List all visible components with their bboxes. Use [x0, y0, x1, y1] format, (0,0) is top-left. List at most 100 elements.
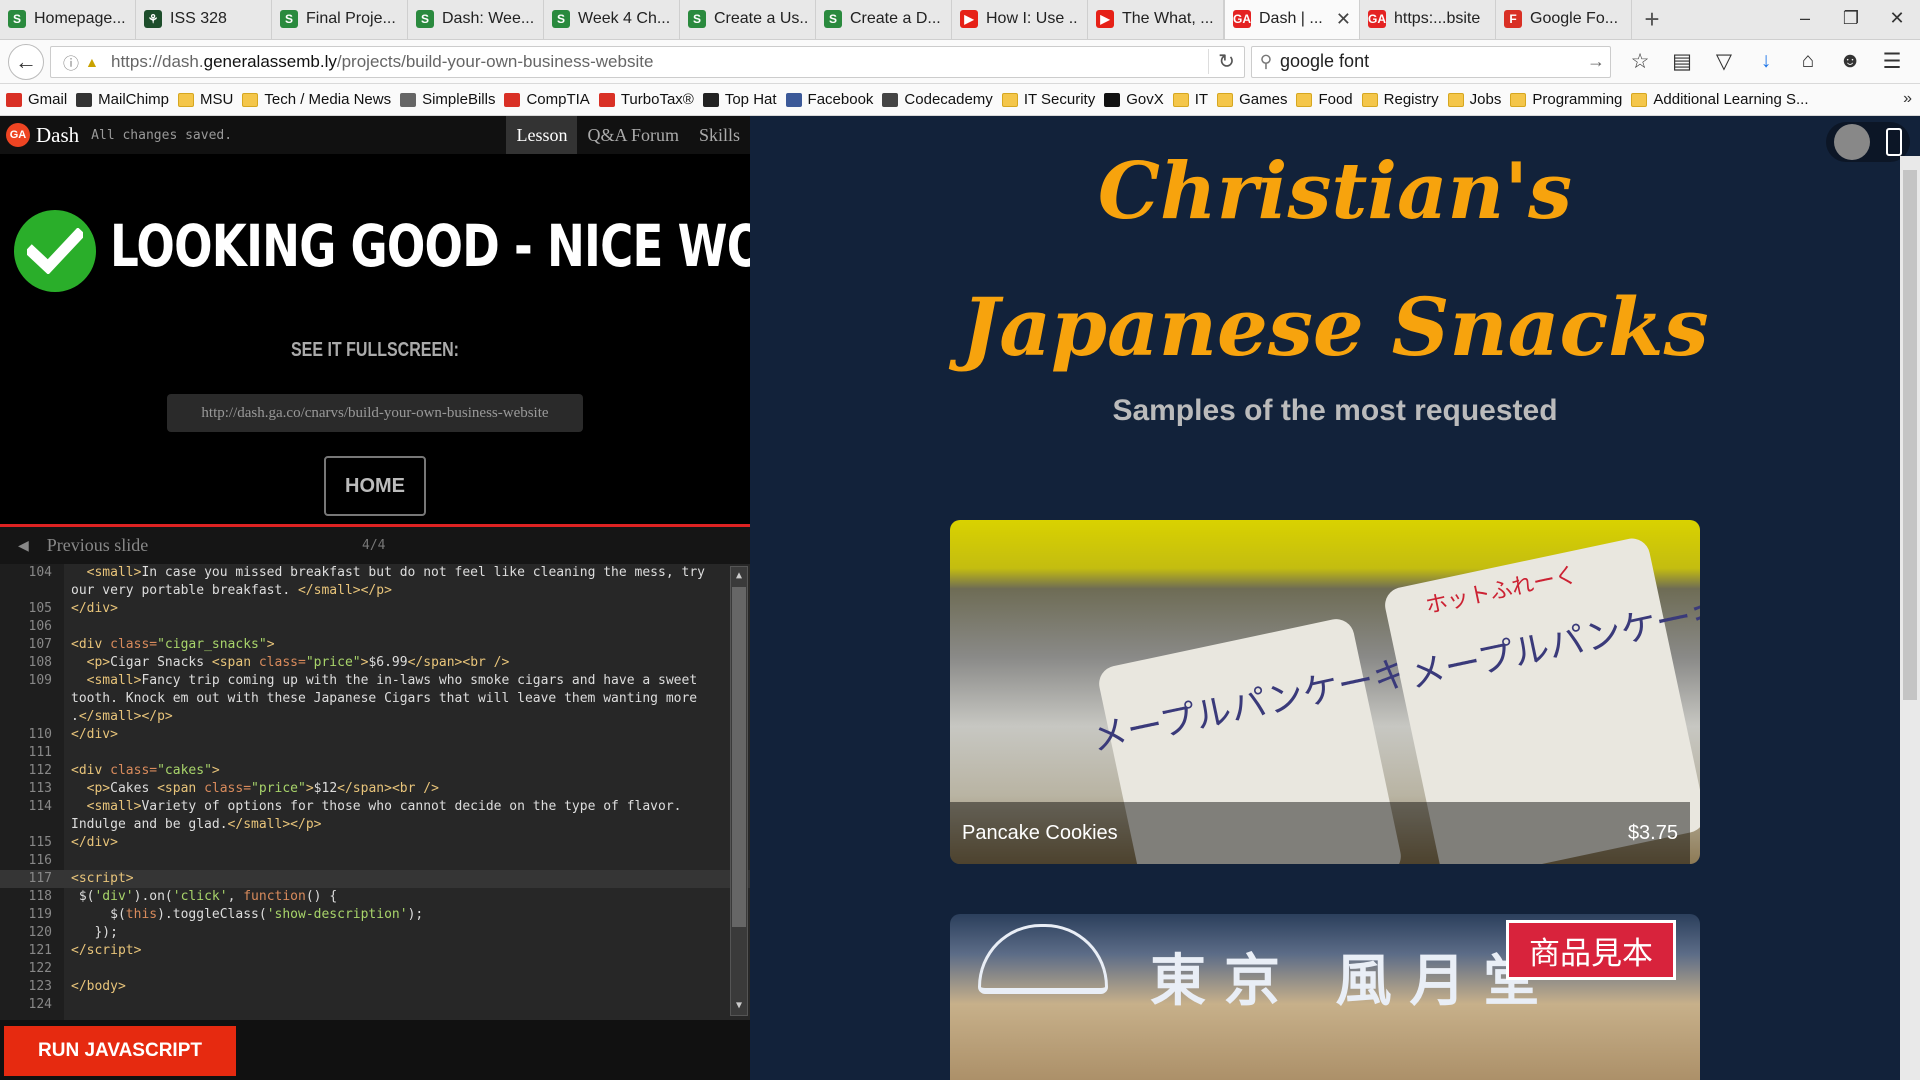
- search-go-icon[interactable]: →: [1582, 51, 1610, 72]
- product-card[interactable]: メープルパンケーキ ホットふれーく メープルパンケーキ Pancake Cook…: [950, 520, 1700, 864]
- browser-tab[interactable]: S Dash: Wee...: [408, 0, 544, 39]
- product-card[interactable]: 東京 風月堂 商品見本: [950, 914, 1700, 1080]
- bookmark-star-icon[interactable]: ☆: [1619, 49, 1661, 74]
- code-line[interactable]: 111: [0, 744, 750, 762]
- home-icon[interactable]: ⌂: [1787, 49, 1829, 74]
- search-input[interactable]: google font: [1280, 51, 1582, 72]
- pocket-icon[interactable]: ▽: [1703, 49, 1745, 74]
- bookmark-label: Gmail: [28, 91, 68, 108]
- app-name[interactable]: Dash: [36, 123, 79, 148]
- code-line[interactable]: 119 $(this).toggleClass('show-descriptio…: [0, 906, 750, 924]
- code-line[interactable]: 116: [0, 852, 750, 870]
- code-line[interactable]: 106: [0, 618, 750, 636]
- bookmark-item[interactable]: Additional Learning S...: [1631, 91, 1809, 108]
- code-line[interactable]: 113 <p>Cakes <span class="price">$12</sp…: [0, 780, 750, 798]
- browser-tab[interactable]: GA https:...bsite: [1360, 0, 1496, 39]
- back-button[interactable]: ←: [8, 43, 44, 80]
- browser-tab[interactable]: S Create a Us...: [680, 0, 816, 39]
- code-line[interactable]: 122: [0, 960, 750, 978]
- code-editor[interactable]: 104 <small>In case you missed breakfast …: [0, 564, 750, 1020]
- info-icon[interactable]: ⓘ: [63, 50, 85, 74]
- new-tab-button[interactable]: +: [1632, 0, 1672, 39]
- home-button[interactable]: HOME: [324, 456, 426, 516]
- browser-tab[interactable]: S Create a D...: [816, 0, 952, 39]
- previous-arrow-icon[interactable]: ◀: [18, 537, 29, 554]
- editor-scrollbar[interactable]: ▲ ▼: [730, 566, 748, 1016]
- url-text[interactable]: https://dash.generalassemb.ly/projects/b…: [111, 52, 1208, 72]
- tab-qa-forum[interactable]: Q&A Forum: [577, 116, 689, 154]
- preview-scrollbar[interactable]: [1900, 156, 1920, 1080]
- bookmark-item[interactable]: Food: [1296, 91, 1353, 108]
- scroll-up-icon[interactable]: ▲: [731, 567, 747, 585]
- code-line[interactable]: 108 <p>Cigar Snacks <span class="price">…: [0, 654, 750, 672]
- bookmark-item[interactable]: Games: [1217, 91, 1287, 108]
- restore-icon[interactable]: ❐: [1828, 0, 1874, 36]
- code-line[interactable]: 115 </div>: [0, 834, 750, 852]
- menu-icon[interactable]: ☰: [1871, 49, 1913, 74]
- run-javascript-button[interactable]: RUN JAVASCRIPT: [4, 1026, 236, 1076]
- tab-skills[interactable]: Skills: [689, 116, 750, 154]
- browser-tab[interactable]: GA Dash | ... ✕: [1224, 0, 1360, 39]
- close-window-icon[interactable]: ✕: [1874, 0, 1920, 36]
- browser-tab[interactable]: S Homepage...: [0, 0, 136, 39]
- code-line[interactable]: 110 </div>: [0, 726, 750, 744]
- bookmark-item[interactable]: IT Security: [1001, 91, 1095, 108]
- code-line[interactable]: 112 <div class="cakes">: [0, 762, 750, 780]
- fullscreen-url[interactable]: http://dash.ga.co/cnarvs/build-your-own-…: [167, 394, 583, 432]
- reader-list-icon[interactable]: ▤: [1661, 49, 1703, 74]
- browser-tab[interactable]: ▶ How I: Use ...: [952, 0, 1088, 39]
- code-line[interactable]: Indulge and be glad.</small></p>: [0, 816, 750, 834]
- minimize-icon[interactable]: –: [1782, 0, 1828, 36]
- code-line[interactable]: 118 $('div').on('click', function() {: [0, 888, 750, 906]
- bookmark-item[interactable]: Tech / Media News: [242, 91, 391, 108]
- browser-tab[interactable]: S Final Proje...: [272, 0, 408, 39]
- lock-warning-icon[interactable]: ▲: [85, 54, 105, 70]
- browser-tab[interactable]: ▶ The What, ...: [1088, 0, 1224, 39]
- browser-tab[interactable]: F Google Fo...: [1496, 0, 1632, 39]
- bookmark-item[interactable]: CompTIA: [504, 91, 590, 108]
- bookmark-item[interactable]: MSU: [178, 91, 233, 108]
- bookmarks-overflow-icon[interactable]: »: [1903, 90, 1912, 108]
- bookmark-item[interactable]: SimpleBills: [400, 91, 495, 108]
- code-line[interactable]: 123 </body>: [0, 978, 750, 996]
- address-bar[interactable]: ⓘ ▲ https://dash.generalassemb.ly/projec…: [50, 45, 1245, 78]
- code-line[interactable]: 107 <div class="cigar_snacks">: [0, 636, 750, 654]
- code-line[interactable]: 117 <script>: [0, 870, 750, 888]
- bookmark-item[interactable]: Gmail: [6, 91, 67, 108]
- search-box[interactable]: ⚲ google font →: [1251, 45, 1611, 78]
- code-line[interactable]: .</small></p>: [0, 708, 750, 726]
- bookmark-item[interactable]: Facebook: [785, 91, 873, 108]
- preview-scroll-thumb[interactable]: [1903, 170, 1917, 700]
- bookmark-item[interactable]: MailChimp: [76, 91, 169, 108]
- code-line[interactable]: 114 <small>Variety of options for those …: [0, 798, 750, 816]
- code-line[interactable]: 104 <small>In case you missed breakfast …: [0, 564, 750, 582]
- tab-lesson[interactable]: Lesson: [506, 116, 578, 154]
- scroll-thumb[interactable]: [732, 587, 746, 927]
- code-line[interactable]: 124: [0, 996, 750, 1014]
- code-line[interactable]: 121 </script>: [0, 942, 750, 960]
- code-line[interactable]: our very portable breakfast. </small></p…: [0, 582, 750, 600]
- reload-icon[interactable]: ↻: [1208, 49, 1244, 74]
- previous-slide-link[interactable]: Previous slide: [47, 535, 149, 556]
- code-line[interactable]: 105 </div>: [0, 600, 750, 618]
- scroll-down-icon[interactable]: ▼: [731, 997, 747, 1015]
- code-line[interactable]: tooth. Knock em out with these Japanese …: [0, 690, 750, 708]
- bookmark-item[interactable]: TurboTax®: [598, 91, 694, 108]
- bookmark-item[interactable]: Top Hat: [702, 91, 777, 108]
- bookmark-item[interactable]: GovX: [1104, 91, 1164, 108]
- line-number: 121: [28, 943, 52, 958]
- browser-tab[interactable]: ⚘ ISS 328: [136, 0, 272, 39]
- chat-icon[interactable]: ☻: [1829, 49, 1871, 74]
- bookmark-item[interactable]: Registry: [1361, 91, 1439, 108]
- bookmark-item[interactable]: Codecademy: [882, 91, 993, 108]
- download-icon[interactable]: ↓: [1745, 49, 1787, 74]
- browser-tab[interactable]: S Week 4 Ch...: [544, 0, 680, 39]
- tab-close-icon[interactable]: ✕: [1336, 9, 1351, 30]
- line-number: 116: [28, 853, 52, 868]
- code-line[interactable]: 120 });: [0, 924, 750, 942]
- bookmark-item[interactable]: IT: [1172, 91, 1208, 108]
- bookmark-item[interactable]: Jobs: [1447, 91, 1501, 108]
- package-label: メープルパンケーキ: [1087, 652, 1414, 760]
- bookmark-item[interactable]: Programming: [1510, 91, 1622, 108]
- code-line[interactable]: 109 <small>Fancy trip coming up with the…: [0, 672, 750, 690]
